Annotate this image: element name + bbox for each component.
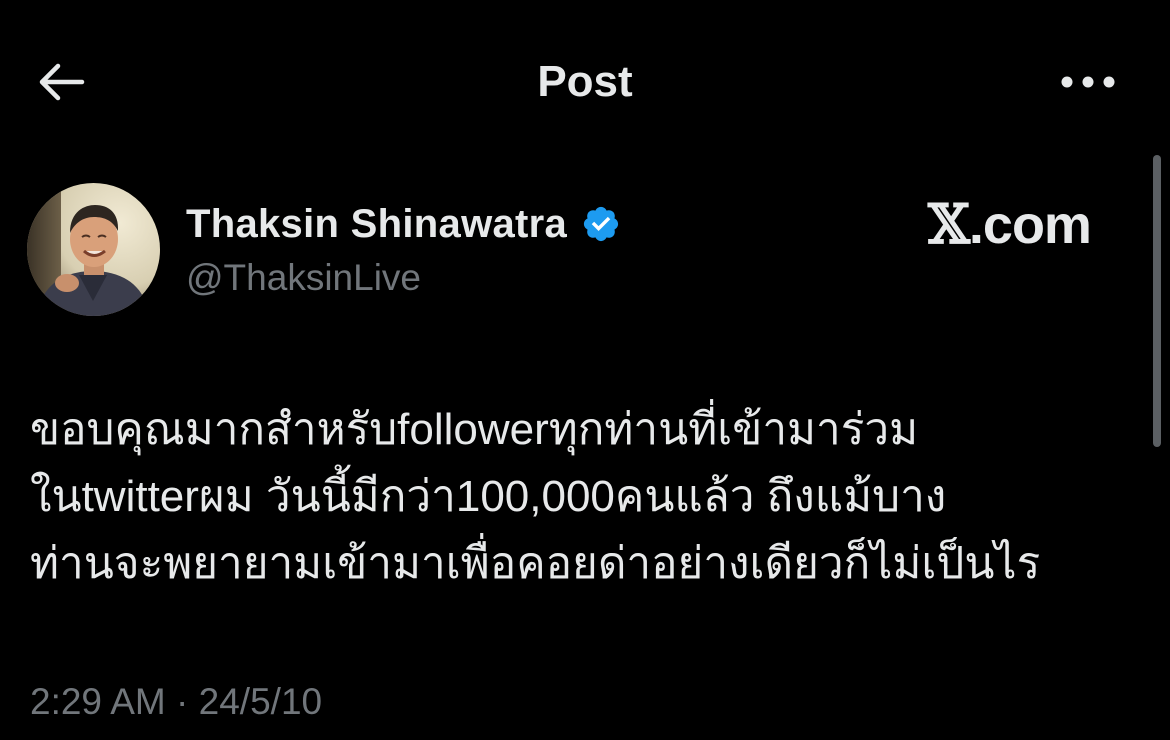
x-logo-icon: 𝕏 bbox=[928, 192, 970, 256]
more-options-button[interactable] bbox=[1050, 50, 1126, 114]
tweet-text-line: ท่านจะพยายามเข้ามาเพื่อคอยด่าอย่างเดียวก… bbox=[30, 539, 1041, 588]
avatar[interactable] bbox=[27, 183, 160, 316]
tweet-text-line: ในtwitterผม วันนี้มีกว่า100,000คนแล้ว ถึ… bbox=[30, 472, 947, 521]
scrollbar[interactable] bbox=[1153, 155, 1161, 447]
tweet-text: ขอบคุณมากสำหรับfollowerทุกท่านที่เข้ามาร… bbox=[30, 396, 1140, 597]
author-handle[interactable]: @ThaksinLive bbox=[186, 252, 421, 304]
tweet-text-line: ขอบคุณมากสำหรับfollowerทุกท่านที่เข้ามาร… bbox=[30, 405, 919, 454]
tweet-time: 2:29 AM bbox=[30, 681, 166, 722]
author-display-name[interactable]: Thaksin Shinawatra bbox=[186, 196, 567, 252]
tweet-timestamp[interactable]: 2:29 AM · 24/5/10 bbox=[30, 676, 322, 728]
verified-badge-icon[interactable] bbox=[581, 204, 621, 244]
watermark-domain: .com bbox=[968, 195, 1092, 255]
x-com-watermark: 𝕏.com bbox=[928, 192, 1092, 256]
more-horizontal-icon bbox=[1061, 76, 1115, 88]
author-name-row: Thaksin Shinawatra bbox=[186, 196, 621, 252]
avatar-photo bbox=[27, 183, 160, 316]
page-title: Post bbox=[537, 57, 633, 106]
tweet-date: 24/5/10 bbox=[198, 681, 323, 722]
timestamp-separator: · bbox=[176, 681, 189, 722]
